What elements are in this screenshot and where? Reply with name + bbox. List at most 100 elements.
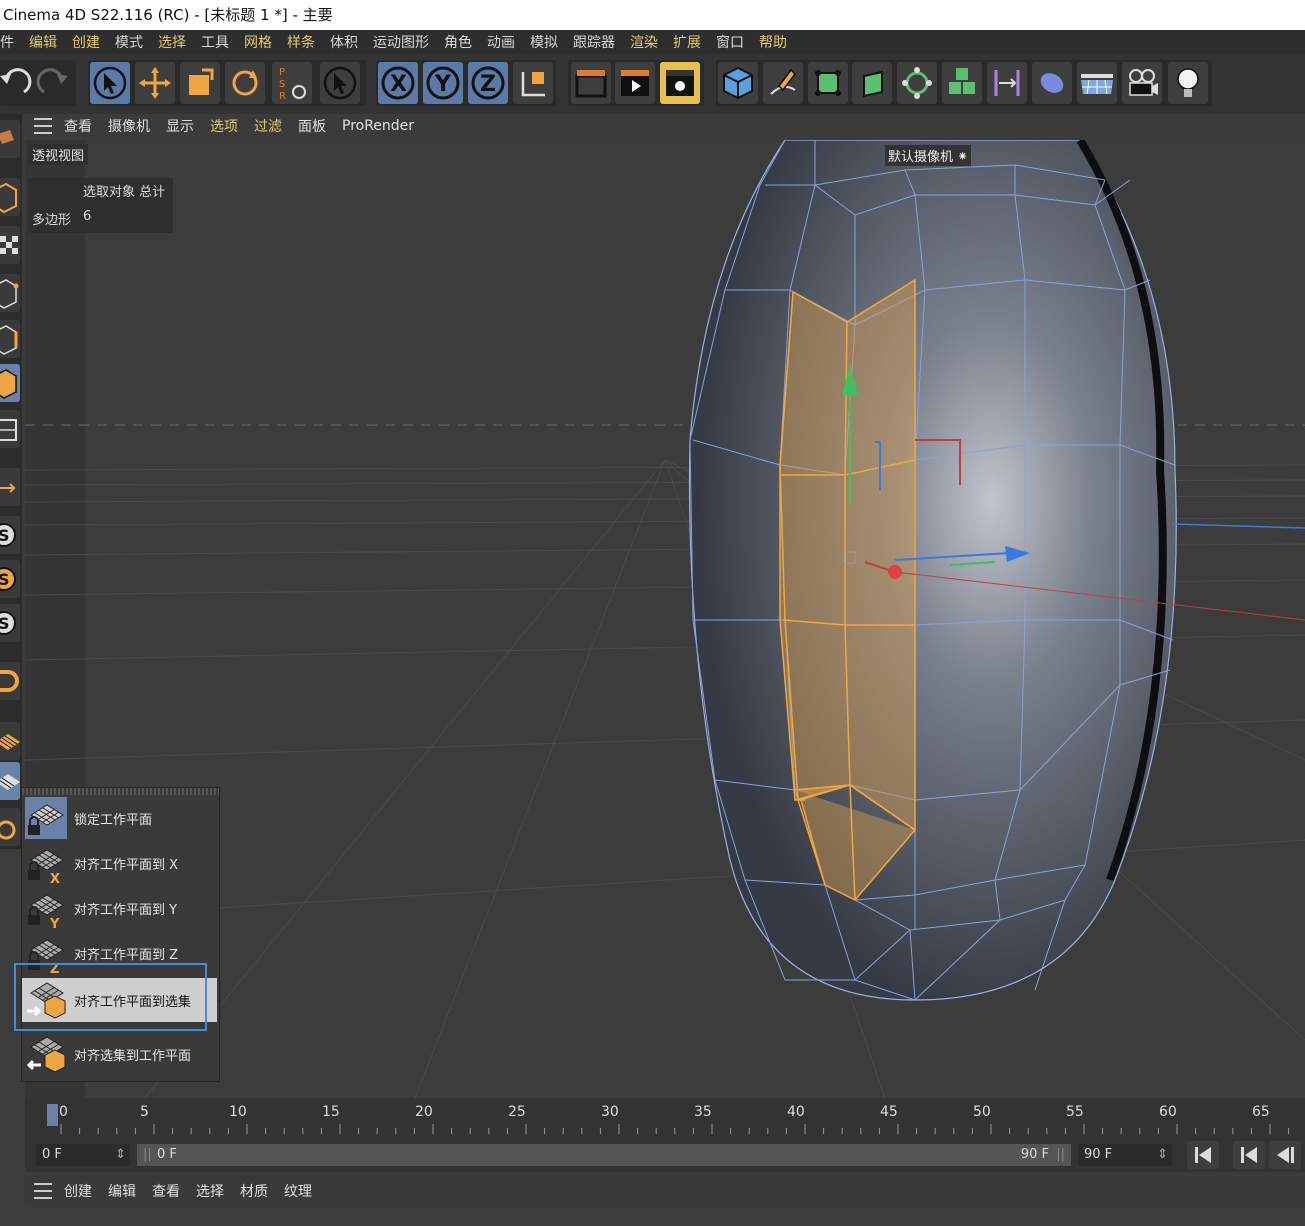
menu-item-align-selection-workplane[interactable]: 对齐选集到工作平面: [22, 1032, 217, 1076]
material-menu-material[interactable]: 材质: [240, 1181, 268, 1201]
popup-grip[interactable]: [22, 788, 219, 795]
x-axis-button[interactable]: X: [378, 62, 418, 104]
render-picture-viewer-button[interactable]: [615, 62, 655, 104]
viewport-menu-options[interactable]: 选项: [210, 116, 238, 136]
tool-axis-mode[interactable]: [0, 468, 20, 506]
previous-frame-button[interactable]: [1269, 1141, 1301, 1169]
menu-create[interactable]: 创建: [72, 32, 100, 52]
viewport-menu-display[interactable]: 显示: [166, 116, 194, 136]
menu-edit[interactable]: 编辑: [29, 32, 57, 52]
selected-polygons[interactable]: [779, 278, 916, 832]
left-tool-palette: S S S: [0, 114, 22, 849]
menu-animate[interactable]: 动画: [487, 32, 515, 52]
tool-tweak[interactable]: [0, 662, 20, 700]
floor-grid-icon: [1081, 74, 1113, 95]
recent-tool-button[interactable]: [320, 62, 360, 104]
light-button[interactable]: [1168, 62, 1208, 104]
viewport-menu-prorender[interactable]: ProRender: [342, 118, 414, 134]
tool-workplane-align[interactable]: [0, 762, 20, 800]
extrude-button[interactable]: [852, 62, 892, 104]
egg-mesh[interactable]: [688, 140, 1177, 1001]
render-view-button[interactable]: [571, 62, 611, 104]
z-axis-button[interactable]: Z: [468, 62, 508, 104]
viewport-menu-view[interactable]: 查看: [64, 116, 92, 136]
live-selection-button[interactable]: [90, 62, 130, 104]
menu-window[interactable]: 窗口: [716, 32, 744, 52]
menu-select[interactable]: 选择: [158, 32, 186, 52]
viewport-menu-filter[interactable]: 过滤: [254, 116, 282, 136]
menu-mesh[interactable]: 网格: [244, 32, 272, 52]
camera-button[interactable]: [1122, 62, 1162, 104]
viewport-menu-panel[interactable]: 面板: [298, 116, 326, 136]
y-axis-button[interactable]: Y: [423, 62, 463, 104]
material-menu-create[interactable]: 创建: [64, 1181, 92, 1201]
playhead[interactable]: [47, 1104, 58, 1126]
menu-help[interactable]: 帮助: [759, 32, 787, 52]
viewport-menu-camera[interactable]: 摄像机: [108, 116, 150, 136]
undo-button[interactable]: [0, 62, 34, 104]
current-frame-field[interactable]: 0 F ⇕: [36, 1144, 130, 1166]
stepper-icon[interactable]: ⇕: [115, 1144, 126, 1166]
material-menu-view[interactable]: 查看: [152, 1181, 180, 1201]
menu-render[interactable]: 渲染: [630, 32, 658, 52]
material-menu-hamburger-icon[interactable]: [34, 1183, 52, 1199]
menu-tracker[interactable]: 跟踪器: [573, 32, 615, 52]
rotate-button[interactable]: [225, 62, 265, 104]
menu-extensions[interactable]: 扩展: [673, 32, 701, 52]
deformer-button[interactable]: [987, 62, 1027, 104]
tool-snap-3[interactable]: S: [0, 604, 20, 642]
menu-simulate[interactable]: 模拟: [530, 32, 558, 52]
menu-volume[interactable]: 体积: [330, 32, 358, 52]
tool-uv-mode[interactable]: [0, 410, 20, 448]
material-menu-edit[interactable]: 编辑: [108, 1181, 136, 1201]
previous-key-button[interactable]: [1233, 1141, 1265, 1169]
end-frame-field[interactable]: 90 F ⇕: [1078, 1144, 1172, 1166]
menu-item-align-workplane-y[interactable]: Y 对齐工作平面到 Y: [22, 886, 217, 930]
tool-make-editable[interactable]: [0, 120, 20, 158]
cube-button[interactable]: [718, 62, 758, 104]
tool-workplane[interactable]: [0, 722, 20, 760]
psr-button[interactable]: PSR: [272, 62, 312, 104]
tool-points-mode[interactable]: [0, 274, 20, 312]
redo-button[interactable]: [34, 62, 74, 104]
tool-edges-mode[interactable]: [0, 320, 20, 358]
menu-item-label: 对齐工作平面到 Z: [74, 948, 179, 963]
material-menu-texture[interactable]: 纹理: [284, 1181, 312, 1201]
tool-polygons-mode[interactable]: [0, 364, 20, 402]
svg-text:S: S: [279, 79, 285, 90]
material-menu-select[interactable]: 选择: [196, 1181, 224, 1201]
menu-spline[interactable]: 样条: [287, 32, 315, 52]
field-button[interactable]: [1032, 62, 1072, 104]
window-title: Cinema 4D S22.116 (RC) - [未标题 1 *] - 主要: [3, 6, 333, 24]
move-button[interactable]: [135, 62, 175, 104]
coordinate-system-button[interactable]: [513, 62, 553, 104]
scale-button[interactable]: [180, 62, 220, 104]
gizmo-center[interactable]: [888, 565, 902, 579]
menu-item-align-workplane-x[interactable]: X 对齐工作平面到 X: [22, 841, 217, 885]
timeline-ruler[interactable]: 0 5 10 15 20 25 30 35 40 45 50 55 60 65: [25, 1098, 1305, 1138]
viewport-menu-hamburger-icon[interactable]: [34, 118, 52, 134]
render-settings-button[interactable]: [660, 62, 700, 104]
menu-tools[interactable]: 工具: [201, 32, 229, 52]
menu-item-label: 对齐工作平面到 X: [74, 858, 179, 873]
menu-item-lock-workplane[interactable]: 锁定工作平面: [22, 796, 217, 840]
range-grip-right-icon[interactable]: ||: [1056, 1144, 1065, 1166]
go-to-start-button[interactable]: [1187, 1141, 1219, 1169]
tool-model-mode[interactable]: [0, 178, 20, 216]
menu-mograph[interactable]: 运动图形: [373, 32, 429, 52]
floor-button[interactable]: [1077, 62, 1117, 104]
stepper-icon[interactable]: ⇕: [1157, 1144, 1168, 1166]
range-grip-left-icon[interactable]: ||: [143, 1144, 152, 1166]
menu-file[interactable]: 件: [0, 32, 14, 52]
frame-range-slider[interactable]: || 0 F 90 F ||: [137, 1144, 1071, 1166]
menu-mode[interactable]: 模式: [115, 32, 143, 52]
tool-workplane-extra[interactable]: [0, 808, 20, 846]
tool-snap-1[interactable]: S: [0, 516, 20, 554]
pen-button[interactable]: [763, 62, 803, 104]
cloner-button[interactable]: [897, 62, 937, 104]
tool-texture-mode[interactable]: [0, 226, 20, 264]
menu-character[interactable]: 角色: [444, 32, 472, 52]
tool-snap-2[interactable]: S: [0, 560, 20, 598]
subdivision-button[interactable]: [808, 62, 848, 104]
array-button[interactable]: [942, 62, 982, 104]
